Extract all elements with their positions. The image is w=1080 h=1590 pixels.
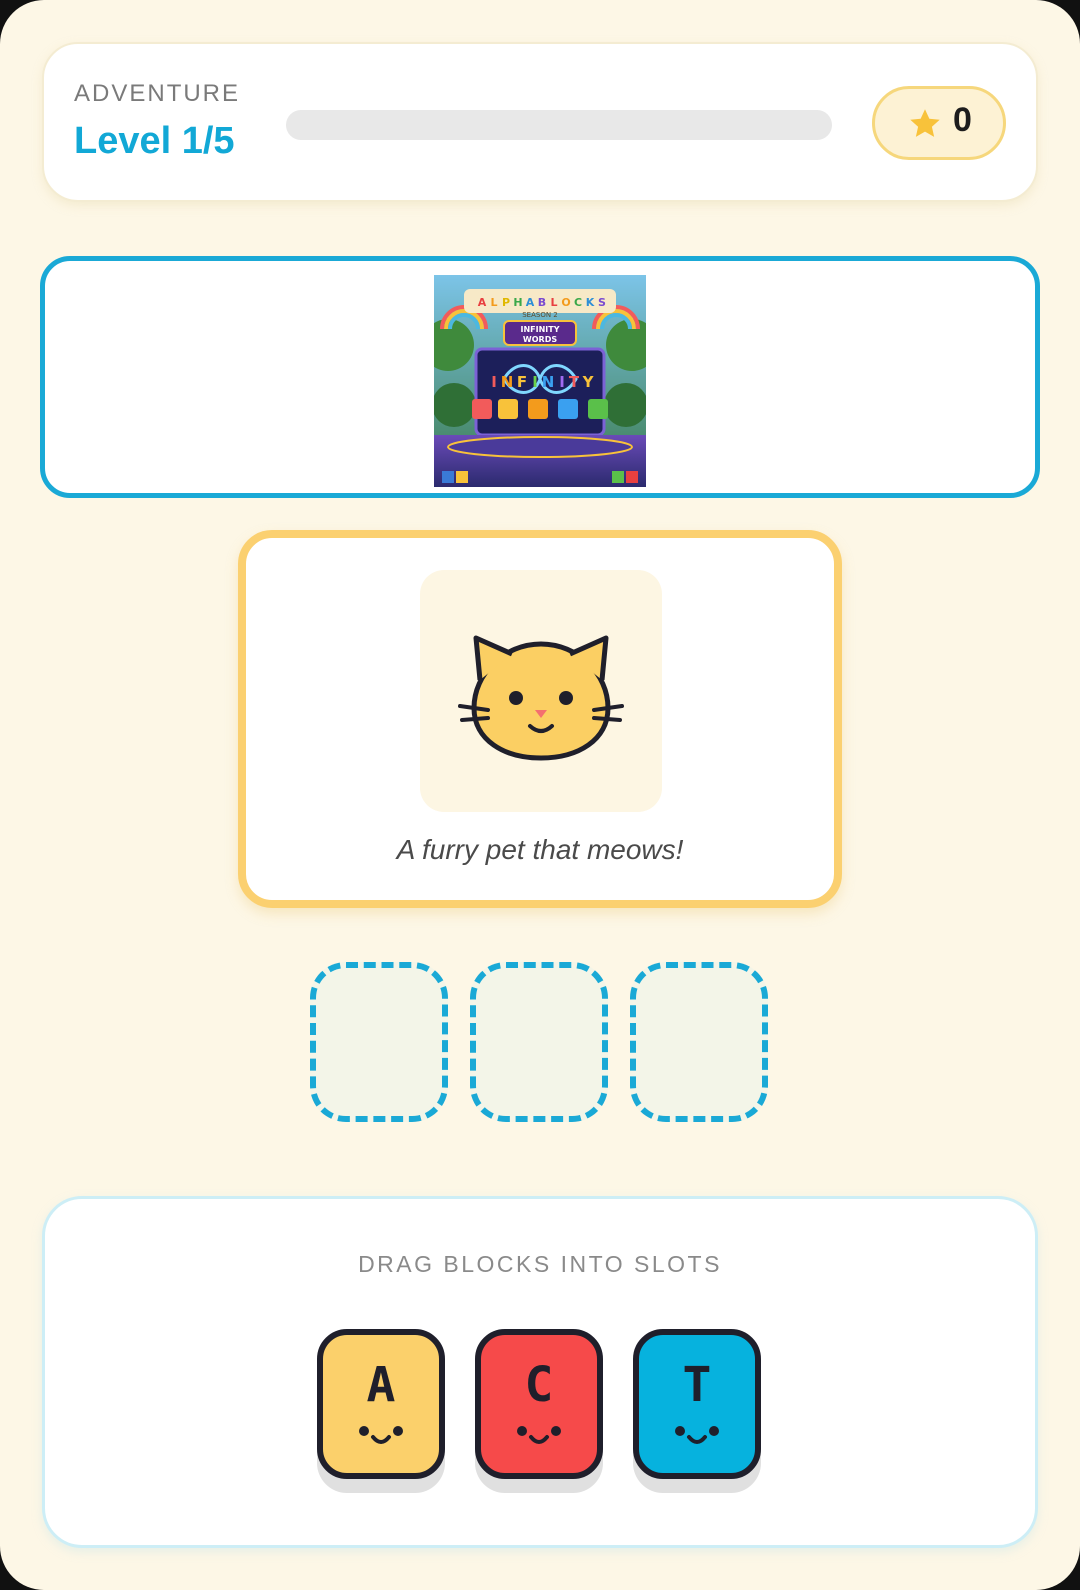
svg-text:K: K [586, 296, 595, 309]
clue-text: A furry pet that meows! [396, 834, 684, 865]
letter-block-c[interactable]: C [475, 1329, 603, 1479]
stars-badge: 0 [872, 86, 1006, 160]
star-icon [910, 109, 940, 137]
letter-slot-1[interactable] [310, 962, 448, 1122]
cat-icon [458, 635, 624, 761]
svg-text:O: O [561, 296, 570, 309]
letter-block-t[interactable]: T [633, 1329, 761, 1479]
svg-text:H: H [513, 296, 522, 309]
svg-text:A: A [526, 296, 535, 309]
level-title: Level 1/5 [74, 120, 235, 162]
svg-text:I: I [491, 373, 497, 391]
svg-text:F: F [517, 373, 527, 391]
svg-text:I: I [532, 373, 538, 391]
level-progress-bar [286, 110, 832, 140]
svg-text:T: T [569, 373, 580, 391]
svg-text:WORDS: WORDS [523, 335, 557, 344]
letter-block-a[interactable]: A [317, 1329, 445, 1479]
smile-face-icon [517, 1426, 561, 1444]
svg-text:L: L [550, 296, 557, 309]
svg-text:B: B [538, 296, 546, 309]
block-letter: T [682, 1357, 712, 1413]
game-screen: ADVENTURE Level 1/5 0 A L P H A B L O C … [0, 0, 1080, 1590]
block-letter: A [366, 1357, 396, 1413]
smile-face-icon [675, 1426, 719, 1444]
level-header: ADVENTURE Level 1/5 0 [42, 42, 1038, 202]
letter-slot-2[interactable] [470, 962, 608, 1122]
svg-text:L: L [490, 296, 497, 309]
svg-text:A: A [478, 296, 487, 309]
svg-text:P: P [502, 296, 510, 309]
clue-card: A furry pet that meows! [238, 530, 842, 908]
tray-instruction: DRAG BLOCKS INTO SLOTS [358, 1251, 722, 1277]
clue-picture [420, 570, 662, 812]
stars-count: 0 [953, 101, 972, 139]
svg-text:N: N [542, 373, 555, 391]
block-letter: C [524, 1357, 554, 1413]
svg-text:C: C [574, 296, 582, 309]
mode-label: ADVENTURE [74, 80, 241, 107]
svg-text:S: S [598, 296, 606, 309]
svg-text:SEASON 2: SEASON 2 [522, 311, 558, 319]
svg-text:I: I [559, 373, 565, 391]
svg-text:INFINITY: INFINITY [520, 325, 559, 334]
alphablocks-infinity-words-banner: A L P H A B L O C K S SEASON 2 INFINITY … [434, 275, 646, 487]
letter-slot-3[interactable] [630, 962, 768, 1122]
game-banner: A L P H A B L O C K S SEASON 2 INFINITY … [40, 256, 1040, 498]
svg-text:Y: Y [582, 373, 595, 391]
smile-face-icon [359, 1426, 403, 1444]
svg-text:N: N [501, 373, 514, 391]
block-tray: DRAG BLOCKS INTO SLOTS A C T [42, 1196, 1038, 1548]
